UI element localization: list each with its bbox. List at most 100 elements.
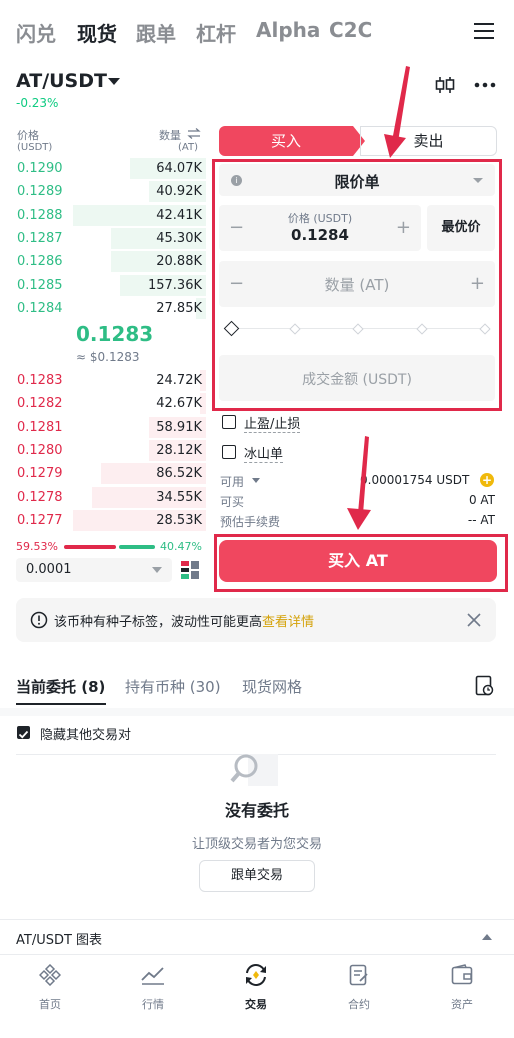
price-change: -0.23% — [16, 96, 59, 110]
more-icon[interactable] — [474, 82, 496, 88]
futures-icon — [349, 964, 368, 986]
orderbook-qty: 64.07K — [156, 161, 202, 176]
orderbook-row[interactable]: 0.1287 45.30K — [0, 227, 206, 250]
orderbook-price: 0.1288 — [17, 207, 63, 223]
order-history-icon[interactable] — [475, 675, 495, 697]
buy-ratio: 40.47% — [160, 540, 202, 553]
annotation-arrow-icon — [384, 66, 410, 158]
precision-value: 0.0001 — [26, 562, 72, 577]
orderbook-row[interactable]: 0.1288 42.41K — [0, 204, 206, 227]
home-icon — [39, 964, 61, 986]
orderbook-price: 0.1289 — [17, 184, 63, 200]
hide-others-checkbox[interactable] — [17, 726, 30, 739]
orderbook-row[interactable]: 0.1281 58.91K — [0, 416, 206, 439]
add-funds-icon[interactable]: + — [480, 473, 494, 487]
orderbook-row[interactable]: 0.1278 34.55K — [0, 486, 206, 509]
orderbook-price: 0.1285 — [17, 277, 63, 293]
orderbook-qty: 42.41K — [156, 207, 202, 223]
tab-margin[interactable]: 杠杆 — [196, 18, 236, 47]
tab-convert[interactable]: 闪兑 — [16, 18, 56, 47]
chevron-up-icon[interactable] — [482, 934, 492, 940]
orderbook-qty: 40.92K — [156, 184, 202, 200]
mid-price-usd: ≈ $0.1283 — [76, 350, 140, 364]
copy-trading-button[interactable]: 跟单交易 — [199, 860, 315, 892]
annotation-box-form — [212, 159, 502, 411]
orderbook-qty: 27.85K — [156, 300, 202, 316]
pair-selector[interactable]: AT/USDT — [16, 70, 107, 92]
empty-state-subtitle: 让顶级交易者为您交易 — [191, 837, 322, 852]
precision-select[interactable]: 0.0001 — [16, 558, 172, 582]
tab-spot-grid[interactable]: 现货网格 — [242, 676, 302, 697]
tp-sl-label[interactable]: 止盈/止损 — [244, 413, 301, 433]
iceberg-label[interactable]: 冰山单 — [244, 443, 284, 463]
sell-ratio-bar — [64, 545, 116, 549]
orderbook-price: 0.1277 — [17, 512, 63, 528]
iceberg-checkbox[interactable] — [222, 445, 236, 459]
candlestick-icon[interactable] — [434, 76, 456, 94]
no-orders-illustration-icon — [230, 754, 278, 786]
qty-unit: (AT) — [178, 142, 198, 153]
orderbook-row[interactable]: 0.1284 27.85K — [0, 297, 206, 320]
divider — [0, 919, 514, 920]
orderbook-row[interactable]: 0.1280 28.12K — [0, 439, 206, 462]
active-tab-indicator — [16, 703, 106, 705]
divider — [0, 954, 514, 955]
orderbook-row[interactable]: 0.1283 24.72K — [0, 369, 206, 392]
nav-markets-label: 行情 — [142, 998, 164, 1011]
market-icon — [141, 967, 164, 985]
fee-value: -- AT — [467, 513, 495, 527]
seed-tag-notice: 该币种有种子标签，波动性可能更高查看详情 — [16, 598, 496, 642]
buy-ratio-bar — [119, 545, 155, 549]
wallet-icon — [451, 964, 473, 985]
tab-c2c[interactable]: C2C — [329, 18, 372, 42]
caret-down-icon[interactable] — [252, 478, 260, 483]
orderbook-qty: 86.52K — [156, 466, 202, 482]
tab-copy-trading[interactable]: 跟单 — [136, 18, 176, 47]
qty-header: 数量 — [159, 129, 181, 142]
orderbook-row[interactable]: 0.1285 157.36K — [0, 274, 206, 297]
orderbook-qty: 34.55K — [156, 489, 202, 505]
tab-holdings[interactable]: 持有币种 (30) — [125, 676, 221, 697]
orderbook-row[interactable]: 0.1290 64.07K — [0, 157, 206, 180]
orderbook-price: 0.1290 — [17, 161, 63, 176]
section-divider — [0, 708, 514, 716]
fee-label: 预估手续费 — [220, 515, 281, 529]
hamburger-icon[interactable] — [474, 22, 494, 40]
tab-open-orders[interactable]: 当前委托 (8) — [16, 676, 105, 697]
orderbook-row[interactable]: 0.1286 20.88K — [0, 250, 206, 273]
notice-details-link[interactable]: 查看详情 — [262, 615, 314, 630]
orderbook-price: 0.1278 — [17, 489, 63, 505]
can-buy-value: 0 AT — [468, 493, 495, 507]
orderbook-qty: 157.36K — [147, 277, 202, 293]
sell-ratio: 59.53% — [16, 540, 58, 553]
orderbook-qty: 28.53K — [156, 512, 202, 528]
orderbook-layout-icon[interactable] — [180, 560, 200, 580]
orderbook-row[interactable]: 0.1289 40.92K — [0, 180, 206, 203]
close-icon[interactable] — [467, 613, 481, 627]
trade-icon — [246, 964, 266, 986]
chart-toggle-label[interactable]: AT/USDT 图表 — [16, 929, 102, 948]
orderbook-qty: 45.30K — [156, 230, 202, 246]
hide-others-label[interactable]: 隐藏其他交易对 — [40, 724, 131, 743]
orderbook-row[interactable]: 0.1282 42.67K — [0, 392, 206, 415]
nav-futures-label: 合约 — [348, 998, 370, 1011]
buy-tab[interactable]: 买入 — [219, 126, 353, 156]
orderbook-row[interactable]: 0.1277 28.53K — [0, 509, 206, 532]
annotation-arrow-icon — [347, 436, 371, 530]
can-buy-label: 可买 — [220, 495, 245, 509]
orderbook-qty: 28.12K — [156, 442, 202, 458]
nav-home-label: 首页 — [39, 998, 61, 1011]
annotation-box-button — [214, 534, 508, 592]
orderbook-price: 0.1287 — [17, 230, 63, 246]
tp-sl-checkbox[interactable] — [222, 415, 236, 429]
tab-alpha[interactable]: Alpha — [256, 18, 320, 42]
caret-down-icon[interactable] — [108, 78, 120, 85]
orderbook-row[interactable]: 0.1279 86.52K — [0, 462, 206, 485]
price-unit: (USDT) — [17, 142, 53, 153]
tab-spot[interactable]: 现货 — [77, 18, 117, 47]
swap-icon[interactable] — [187, 128, 201, 139]
price-header: 价格 — [17, 129, 39, 142]
orderbook-qty: 58.91K — [156, 419, 202, 435]
orderbook-qty: 24.72K — [156, 373, 202, 388]
orderbook-price: 0.1279 — [17, 466, 63, 482]
